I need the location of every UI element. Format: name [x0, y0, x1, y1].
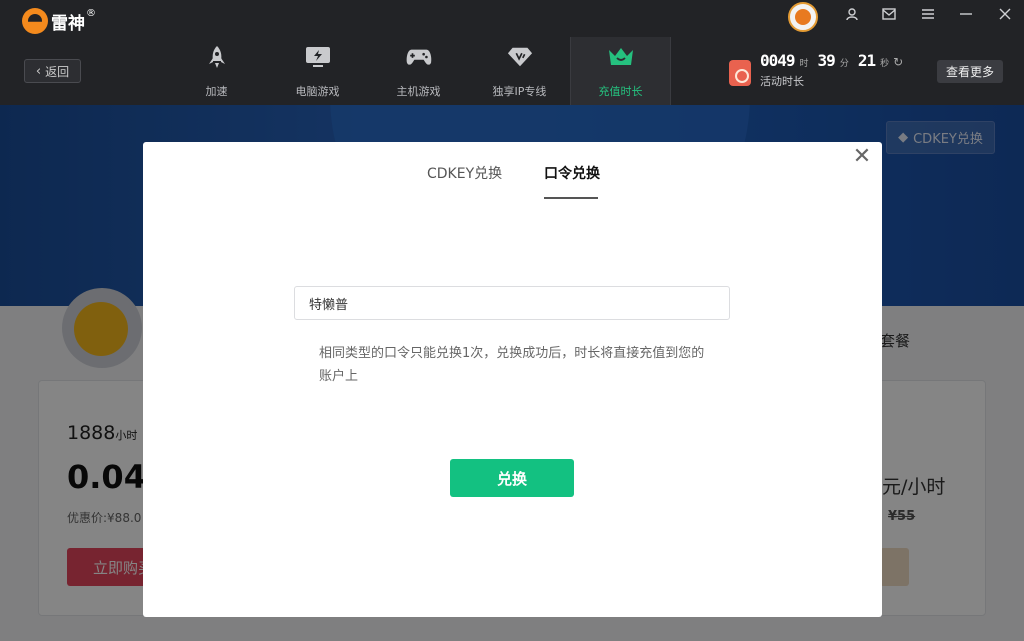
redeem-tabs: CDKEY兑换 口令兑换 [143, 142, 882, 200]
crown-icon [608, 44, 634, 70]
tab-cdkey[interactable]: CDKEY兑换 [427, 163, 502, 183]
top-bar: 雷神 ® ‹ 返回 加速 电脑游戏 主机游戏 独享IP专线 充值时长 0049 … [0, 0, 1024, 105]
nav-item-console-games[interactable]: 主机游戏 [368, 37, 469, 105]
nav-item-label: 加速 [205, 85, 228, 98]
redeem-code-input[interactable] [294, 286, 730, 320]
refresh-icon[interactable]: ↻ [893, 55, 903, 69]
timer-hours: 0049 [760, 51, 796, 70]
gift-icon [729, 60, 751, 86]
redeem-hint: 相同类型的口令只能兑换1次，兑换成功后，时长将直接充值到您的账户上 [319, 346, 705, 384]
minimize-icon[interactable] [954, 4, 978, 24]
avatar-image [795, 9, 811, 25]
timer-seconds: 21 [857, 51, 876, 70]
tab-password-redeem[interactable]: 口令兑换 [544, 163, 600, 183]
nav-item-accelerate[interactable]: 加速 [166, 37, 267, 105]
back-button[interactable]: ‹ 返回 [24, 59, 81, 83]
active-tab-indicator [544, 197, 598, 199]
app-logo: 雷神 ® [22, 8, 96, 34]
menu-icon[interactable] [916, 4, 940, 24]
nav-item-label: 电脑游戏 [295, 85, 340, 98]
redeem-submit-button[interactable]: 兑换 [450, 459, 574, 497]
nav-item-label: 独享IP专线 [492, 85, 547, 98]
timer-seconds-unit: 秒 [880, 59, 890, 69]
timer-minutes: 39 [817, 51, 836, 70]
timer-countdown: 0049 时 39 分 21 秒 ↻ [760, 51, 903, 70]
logo-registered-mark: ® [86, 7, 96, 19]
nav-item-label: 充值时长 [598, 85, 643, 98]
logo-icon [22, 8, 48, 34]
main-nav: 加速 电脑游戏 主机游戏 独享IP专线 充值时长 [166, 37, 671, 105]
diamond-icon [507, 44, 533, 70]
timer-label: 活动时长 [760, 75, 804, 88]
timer-hours-unit: 时 [799, 59, 809, 69]
nav-item-dedicated-ip[interactable]: 独享IP专线 [469, 37, 570, 105]
nav-item-pc-games[interactable]: 电脑游戏 [267, 37, 368, 105]
chevron-left-icon: ‹ [35, 63, 42, 79]
close-window-icon[interactable] [993, 4, 1017, 24]
nav-item-label: 主机游戏 [396, 85, 441, 98]
rocket-icon [204, 44, 230, 70]
avatar[interactable] [788, 2, 818, 32]
monitor-bolt-icon [305, 44, 331, 70]
mail-icon[interactable] [877, 4, 901, 24]
back-button-label: 返回 [45, 64, 70, 79]
nav-item-recharge[interactable]: 充值时长 [570, 37, 671, 105]
timer-minutes-unit: 分 [839, 59, 849, 69]
view-more-button[interactable]: 查看更多 [937, 60, 1003, 83]
user-icon[interactable] [840, 4, 864, 24]
logo-text: 雷神 [51, 13, 85, 34]
redeem-modal: ✕ CDKEY兑换 口令兑换 相同类型的口令只能兑换1次，兑换成功后，时长将直接… [143, 142, 882, 617]
gamepad-icon [406, 44, 432, 70]
